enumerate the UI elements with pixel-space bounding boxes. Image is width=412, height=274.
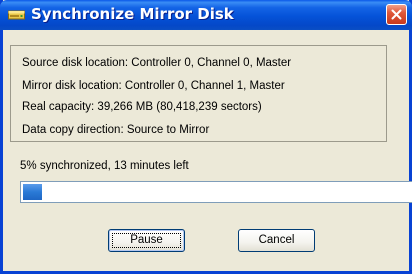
cancel-button[interactable]: Cancel: [238, 229, 315, 252]
dialog-window: Synchronize Mirror Disk Source disk loca…: [0, 0, 412, 274]
pause-button-label: Pause: [130, 234, 163, 246]
real-capacity: Real capacity: 39,266 MB (80,418,239 sec…: [22, 101, 262, 113]
cancel-button-label: Cancel: [258, 234, 295, 246]
window-title: Synchronize Mirror Disk: [31, 5, 234, 23]
close-button[interactable]: [386, 4, 407, 25]
disk-info-panel: Source disk location: Controller 0, Chan…: [10, 45, 387, 142]
close-icon: [391, 9, 402, 20]
sync-status: 5% synchronized, 13 minutes left: [20, 160, 189, 172]
title-bar[interactable]: Synchronize Mirror Disk: [0, 0, 412, 30]
data-copy-direction: Data copy direction: Source to Mirror: [22, 124, 210, 136]
sync-progress-bar: [20, 181, 412, 203]
mirror-disk-location: Mirror disk location: Controller 0, Chan…: [22, 80, 285, 92]
pause-button[interactable]: Pause: [108, 229, 185, 252]
disk-drive-icon: [8, 7, 25, 21]
source-disk-location: Source disk location: Controller 0, Chan…: [22, 57, 292, 69]
sync-progress-fill: [23, 184, 42, 200]
